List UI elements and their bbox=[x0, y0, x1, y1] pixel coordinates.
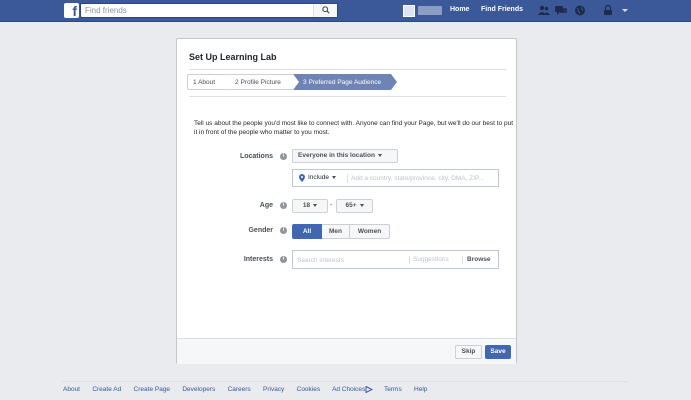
chevron-down-icon bbox=[331, 175, 336, 179]
chevron-down-icon bbox=[313, 203, 318, 207]
footer-link-about[interactable]: About bbox=[63, 386, 80, 393]
divider bbox=[462, 256, 463, 264]
page-footer: About Create Ad Create Page Developers C… bbox=[63, 385, 438, 394]
footer-link-help[interactable]: Help bbox=[414, 386, 427, 393]
gender-option-all[interactable]: All bbox=[292, 224, 322, 239]
nav-home-link[interactable]: Home bbox=[450, 6, 469, 13]
location-input-box: Include bbox=[292, 169, 499, 187]
search-icon bbox=[322, 6, 330, 14]
step-active-arrow bbox=[391, 74, 397, 90]
interests-info-icon[interactable]: i bbox=[280, 256, 287, 263]
interests-box: Suggestions Browse bbox=[292, 250, 499, 269]
age-range-dash: - bbox=[330, 202, 333, 209]
profile-name-redacted[interactable] bbox=[418, 6, 442, 15]
footer-link-developers[interactable]: Developers bbox=[182, 386, 215, 393]
dialog-title: Set Up Learning Lab bbox=[189, 52, 277, 62]
step-label: About bbox=[198, 79, 216, 86]
notifications-globe-icon[interactable] bbox=[574, 5, 586, 16]
skip-button[interactable]: Skip bbox=[455, 345, 482, 359]
step-label: Preferred Page Audience bbox=[308, 79, 382, 86]
step-profile-picture[interactable]: 2 Profile Picture bbox=[227, 74, 293, 90]
age-label-text: Age bbox=[259, 202, 273, 209]
age-info-icon[interactable]: i bbox=[280, 202, 287, 209]
setup-dialog: Set Up Learning Lab 1 About 2 Profile Pi… bbox=[176, 38, 517, 364]
locations-info-icon[interactable]: i bbox=[280, 153, 287, 160]
step-label: Profile Picture bbox=[240, 79, 281, 86]
gender-option-women[interactable]: Women bbox=[350, 224, 390, 239]
ad-choices-icon[interactable] bbox=[365, 385, 374, 394]
chevron-down-icon bbox=[359, 203, 364, 207]
age-max-value: 65+ bbox=[345, 202, 357, 209]
divider bbox=[409, 256, 410, 264]
step-preferred-page-audience[interactable]: 3 Preferred Page Audience bbox=[293, 74, 391, 90]
step-number: 1 bbox=[193, 79, 197, 86]
step-number: 3 bbox=[303, 79, 307, 86]
search-button[interactable] bbox=[313, 4, 337, 17]
map-pin-icon bbox=[299, 174, 305, 182]
footer-link-careers[interactable]: Careers bbox=[228, 386, 251, 393]
age-min-dropdown[interactable]: 18 bbox=[292, 199, 328, 213]
step-about[interactable]: 1 About bbox=[187, 74, 227, 90]
interests-search-input[interactable] bbox=[297, 254, 405, 266]
footer-link-privacy[interactable]: Privacy bbox=[263, 386, 284, 393]
include-label: Include bbox=[308, 174, 329, 181]
locations-label-text: Locations bbox=[239, 153, 273, 160]
footer-link-create-ad[interactable]: Create Ad bbox=[92, 386, 121, 393]
gender-info-icon[interactable]: i bbox=[280, 227, 287, 234]
locations-dropdown-value: Everyone in this location bbox=[298, 152, 375, 159]
suggestions-link[interactable]: Suggestions bbox=[413, 256, 449, 263]
gender-label: Gender bbox=[177, 227, 273, 234]
locations-label: Locations bbox=[177, 153, 273, 160]
save-button[interactable]: Save bbox=[485, 345, 511, 359]
footer-link-ad-choices[interactable]: Ad Choices bbox=[332, 386, 365, 393]
dialog-footer: Skip Save bbox=[177, 338, 516, 364]
messages-icon[interactable] bbox=[555, 5, 567, 16]
search-input[interactable] bbox=[81, 4, 313, 17]
search-box bbox=[80, 3, 338, 18]
location-search-input[interactable] bbox=[351, 172, 497, 184]
footer-link-create-page[interactable]: Create Page bbox=[134, 386, 171, 393]
divider bbox=[189, 69, 506, 70]
interests-label-text: Interests bbox=[243, 256, 273, 263]
browse-link[interactable]: Browse bbox=[467, 256, 490, 263]
step-number: 2 bbox=[235, 79, 239, 86]
footer-link-terms[interactable]: Terms bbox=[384, 386, 402, 393]
footer-divider bbox=[62, 381, 628, 382]
facebook-logo-icon[interactable]: f bbox=[64, 3, 79, 19]
include-dropdown[interactable]: Include bbox=[308, 174, 336, 181]
age-max-dropdown[interactable]: 65+ bbox=[336, 199, 373, 213]
friend-requests-icon[interactable] bbox=[538, 5, 550, 16]
chevron-down-icon bbox=[377, 153, 382, 157]
footer-link-cookies[interactable]: Cookies bbox=[297, 386, 320, 393]
locations-dropdown[interactable]: Everyone in this location bbox=[292, 149, 398, 163]
gender-label-text: Gender bbox=[248, 227, 273, 234]
intro-text: Tell us about the people you'd most like… bbox=[194, 120, 514, 136]
age-min-value: 18 bbox=[302, 202, 311, 209]
profile-avatar[interactable] bbox=[403, 5, 415, 17]
nav-find-friends-link[interactable]: Find Friends bbox=[481, 6, 523, 13]
age-label: Age bbox=[177, 202, 273, 209]
divider bbox=[347, 174, 348, 183]
divider bbox=[189, 96, 506, 97]
step-separator-inner bbox=[293, 74, 299, 90]
gender-option-men[interactable]: Men bbox=[322, 224, 350, 239]
interests-label: Interests bbox=[177, 256, 273, 263]
privacy-shortcuts-icon[interactable] bbox=[603, 5, 613, 16]
account-menu-chevron-down-icon[interactable] bbox=[622, 9, 628, 12]
top-bar: f Home Find Friends bbox=[0, 0, 691, 22]
